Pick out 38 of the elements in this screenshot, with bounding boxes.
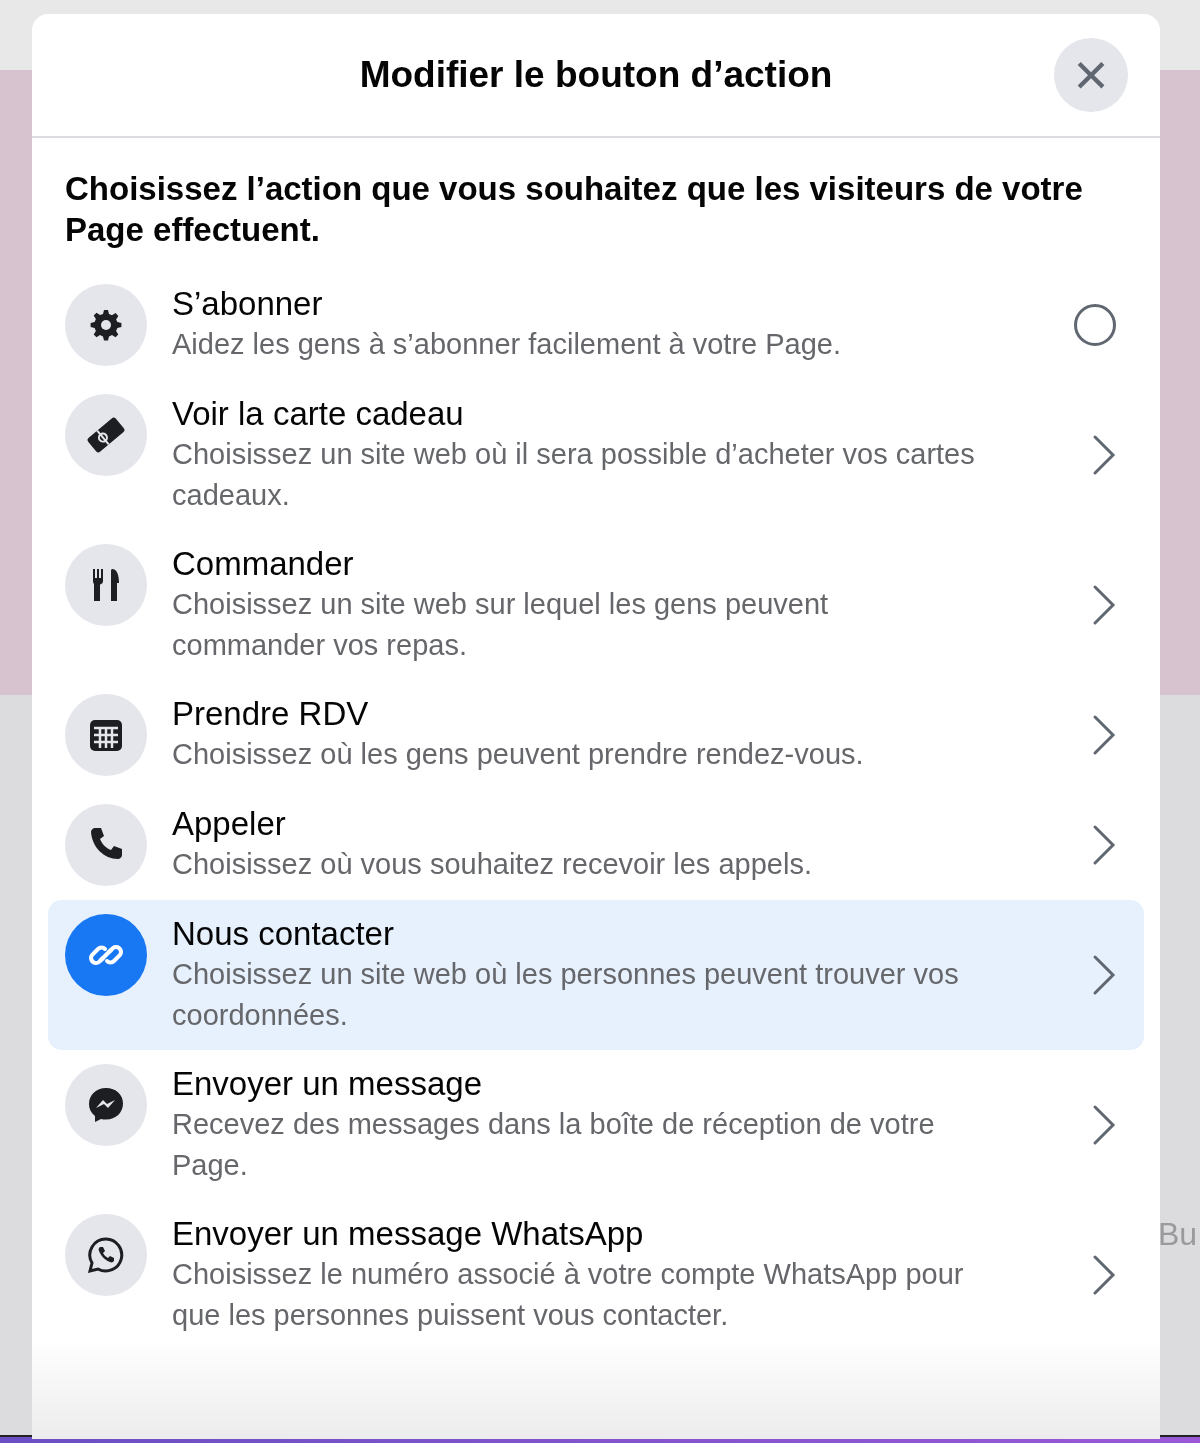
option-title: Nous contacter	[172, 914, 395, 954]
option-title: Voir la carte cadeau	[172, 394, 465, 434]
action-option[interactable]: Prendre RDV Choisissez où les gens peuvent prendre rendez-vous.	[48, 680, 1144, 790]
option-description: Choisissez où vous souhaitez recevoir les appels.	[172, 847, 813, 882]
chevron-right-icon	[1092, 1104, 1116, 1146]
close-button[interactable]: ×	[1054, 38, 1128, 112]
option-description: Choisissez un site web sur lequel les gens peuvent commander vos repas.	[172, 587, 830, 663]
action-option[interactable]: Voir la carte cadeau Choisissez un site web où il sera possible d’acheter vos cartes cadeaux.	[48, 380, 1144, 530]
action-option[interactable]: S’abonner Aidez les gens à s’abonner facilement à votre Page.	[48, 270, 1144, 380]
chevron-right-icon	[1092, 434, 1116, 476]
option-title: Appeler	[172, 804, 287, 844]
radio-button[interactable]	[1074, 304, 1116, 346]
chevron-right-icon	[1092, 1254, 1116, 1296]
option-title: S’abonner	[172, 284, 324, 324]
option-description: Choisissez un site web où il sera possible d’acheter vos cartes cadeaux.	[172, 437, 976, 513]
option-description: Aidez les gens à s’abonner facilement à votre Page.	[172, 327, 842, 362]
intro-text: Choisissez l’action que vous souhaitez que les visiteurs de votre Page effectuent.	[64, 169, 1084, 250]
chat-bubble-icon	[86, 1085, 126, 1125]
action-option[interactable]: Nous contacter Choisissez un site web où les personnes peuvent trouver vos coordonnées.	[48, 900, 1144, 1050]
option-description: Choisissez un site web où les personnes peuvent trouver vos coordonnées.	[172, 957, 960, 1033]
option-title: Prendre RDV	[172, 694, 370, 734]
chevron-right-icon	[1092, 714, 1116, 756]
option-description: Choisissez où les gens peuvent prendre rendez-vous.	[172, 737, 865, 772]
action-option[interactable]: Envoyer un message Recevez des messages dans la boîte de réception de votre Page.	[48, 1050, 1144, 1200]
option-title: Envoyer un message	[172, 1064, 483, 1104]
action-option[interactable]: Appeler Choisissez où vous souhaitez recevoir les appels.	[48, 790, 1144, 900]
option-title: Commander	[172, 544, 355, 584]
option-description: Recevez des messages dans la boîte de réception de votre Page.	[172, 1107, 936, 1183]
action-option[interactable]: Commander Choisissez un site web sur lequel les gens peuvent commander vos repas.	[48, 530, 1144, 680]
background-text: Bu	[1158, 1215, 1199, 1254]
chat-phone-icon	[86, 1235, 126, 1275]
chevron-right-icon	[1092, 584, 1116, 626]
chevron-right-icon	[1092, 824, 1116, 866]
option-description: Choisissez le numéro associé à votre compte WhatsApp pour que les personnes puissent vous contacter.	[172, 1257, 965, 1333]
option-title: Envoyer un message WhatsApp	[172, 1214, 645, 1254]
chevron-right-icon	[1092, 954, 1116, 996]
action-option[interactable]: Envoyer un message WhatsApp Choisissez le numéro associé à votre compte WhatsApp pour que les personnes puissent vous contacter.	[48, 1200, 1144, 1350]
dialog-title: Modifier le bouton d’action	[359, 52, 833, 97]
